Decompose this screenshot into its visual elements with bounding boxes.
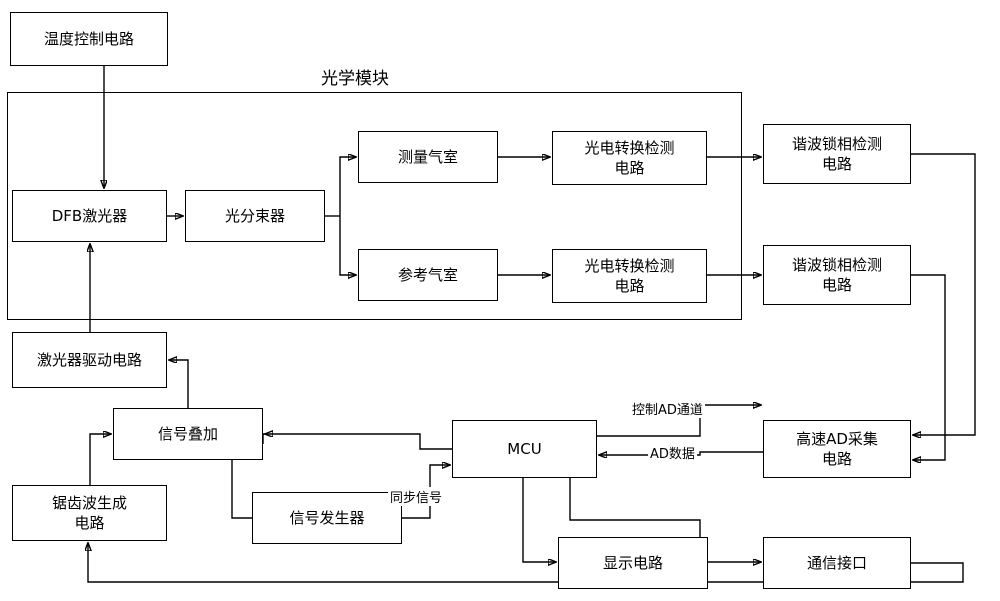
node-laser-driver-circuit[interactable]: 激光器驱动电路 — [12, 332, 167, 388]
node-dfb-laser[interactable]: DFB激光器 — [12, 190, 167, 242]
edge-label-sync-signal: 同步信号 — [388, 487, 445, 506]
node-measurement-gas-cell[interactable]: 测量气室 — [358, 131, 498, 183]
node-signal-superposition[interactable]: 信号叠加 — [113, 408, 263, 460]
group-optical-module-label: 光学模块 — [317, 64, 393, 89]
edge-label-control-ad-channel: 控制AD通道 — [630, 399, 705, 418]
node-reference-gas-cell[interactable]: 参考气室 — [358, 249, 498, 301]
node-mcu[interactable]: MCU — [452, 420, 597, 478]
node-harmonic-lockin-detection-circuit-1[interactable]: 谐波锁相检测 电路 — [763, 124, 911, 184]
node-high-speed-ad-acquisition-circuit[interactable]: 高速AD采集 电路 — [763, 420, 911, 478]
edge-label-ad-data: AD数据 — [648, 443, 697, 462]
node-harmonic-lockin-detection-circuit-2[interactable]: 谐波锁相检测 电路 — [763, 245, 911, 305]
diagram-canvas: 光学模块 温度控制电路 DFB激光器 光分束器 测量气室 参考气室 光电转换检测… — [0, 0, 1000, 601]
node-sawtooth-generator-circuit[interactable]: 锯齿波生成 电路 — [12, 485, 167, 541]
node-photoelectric-conversion-detection-circuit-1[interactable]: 光电转换检测 电路 — [552, 131, 707, 185]
node-communication-interface[interactable]: 通信接口 — [763, 537, 911, 589]
node-temperature-control-circuit[interactable]: 温度控制电路 — [10, 12, 168, 66]
node-photoelectric-conversion-detection-circuit-2[interactable]: 光电转换检测 电路 — [552, 249, 707, 303]
node-display-circuit[interactable]: 显示电路 — [558, 537, 708, 589]
node-signal-generator[interactable]: 信号发生器 — [252, 492, 402, 544]
node-optical-splitter[interactable]: 光分束器 — [185, 190, 325, 242]
